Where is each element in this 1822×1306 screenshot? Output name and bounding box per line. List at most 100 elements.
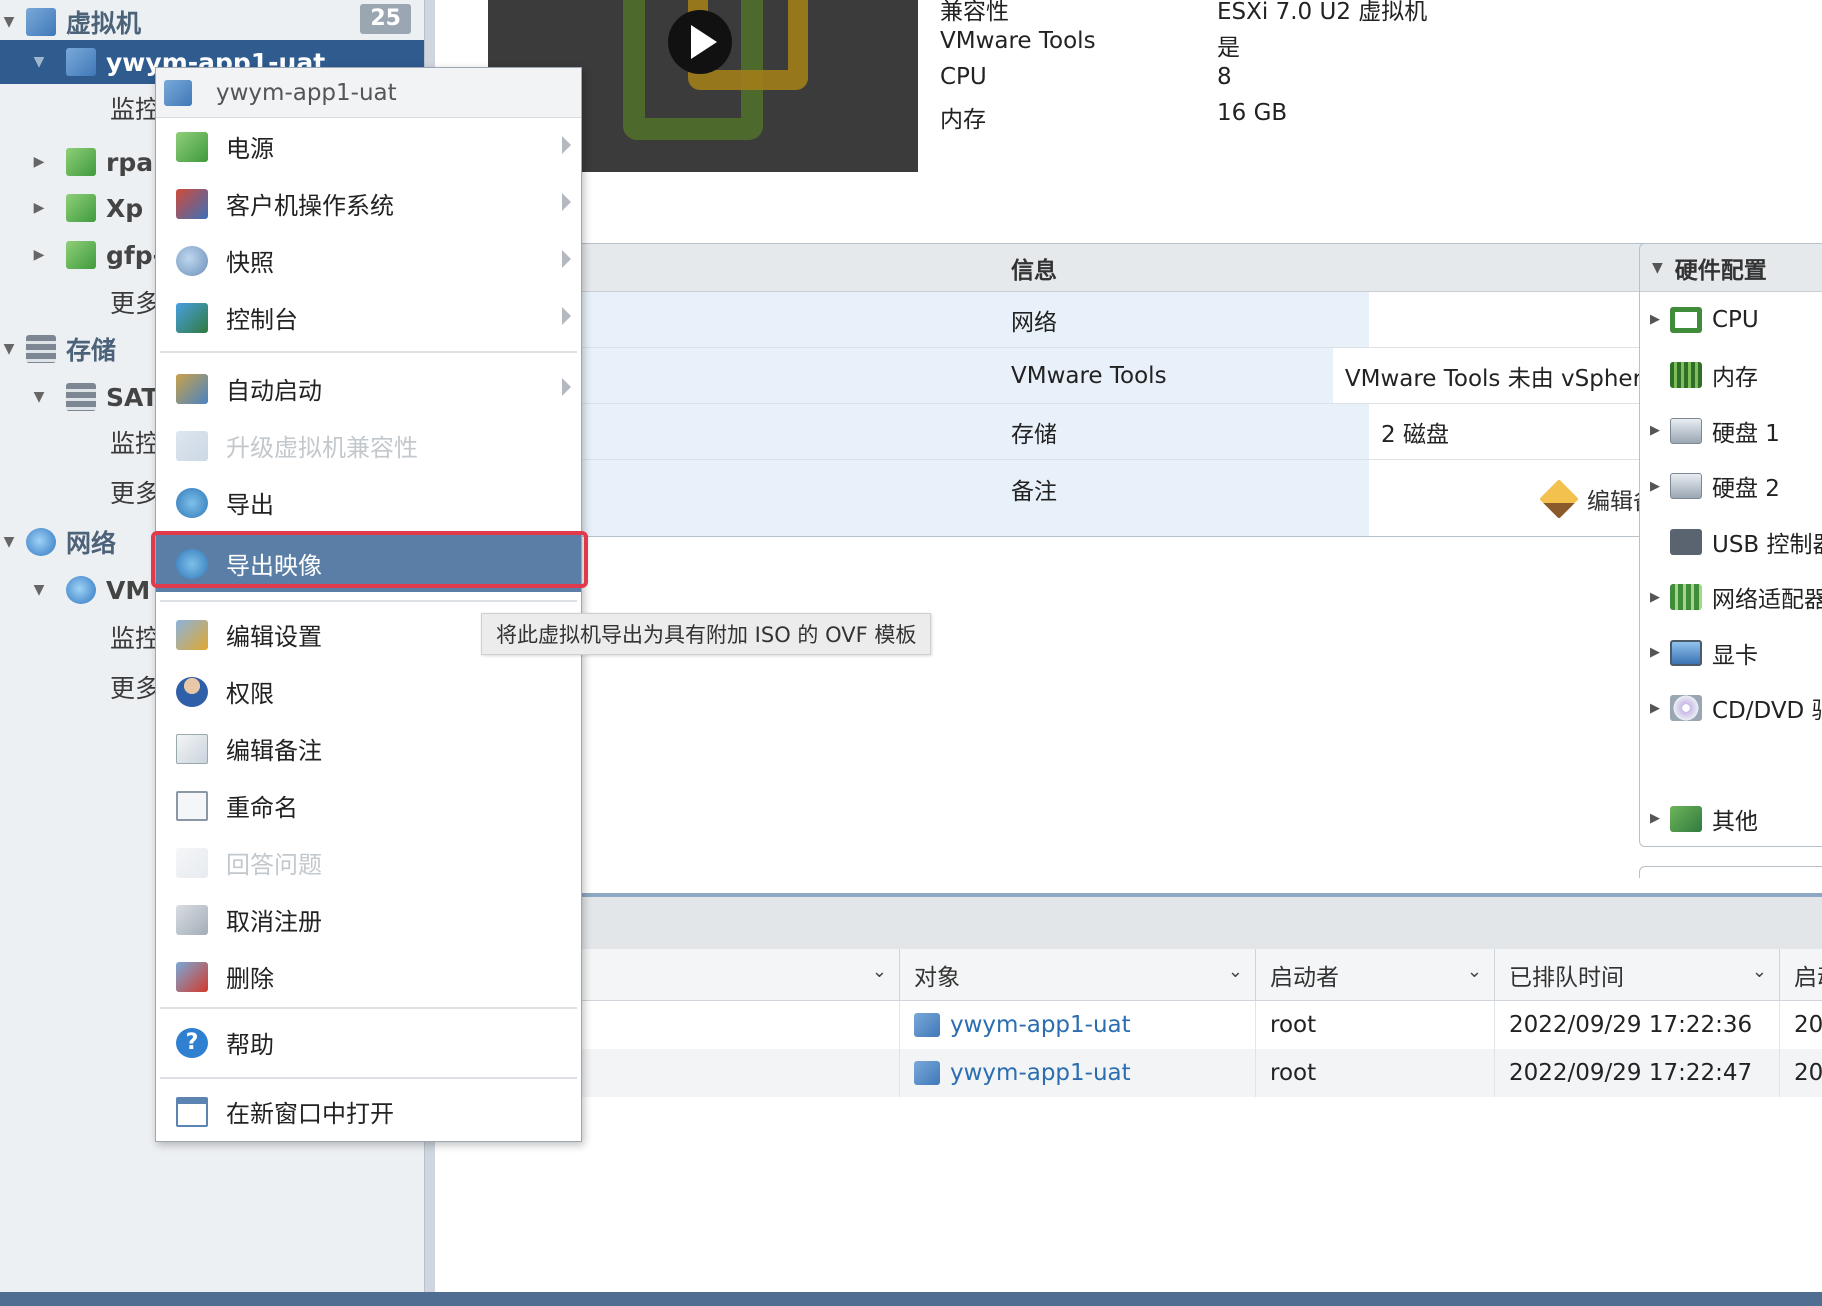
target-link[interactable]: ywym-app1-uat	[950, 1012, 1131, 1038]
table-header-row: ⌄ 对象⌄ 启动者⌄ 已排队时间⌄ 启动	[435, 949, 1822, 1001]
hardware-item-nic[interactable]: ▶ 网络适配器	[1640, 570, 1822, 626]
chevron-down-icon[interactable]: ⌄	[872, 961, 887, 982]
menu-item-power[interactable]: 电源	[156, 118, 581, 175]
hardware-item-other[interactable]: ▶ 其他	[1640, 791, 1822, 846]
nav-section-label: 虚拟机	[66, 9, 142, 38]
menu-separator	[160, 351, 577, 353]
column-header-target[interactable]: 对象 ⌄	[900, 949, 1256, 1001]
expand-triangle-icon[interactable]: ▶	[1640, 312, 1670, 327]
expand-triangle-icon[interactable]: ▶	[1640, 590, 1670, 605]
menu-item-permissions[interactable]: 权限	[156, 663, 581, 720]
menu-item-edit-notes[interactable]: 编辑备注	[156, 720, 581, 777]
guest-os-icon	[176, 188, 208, 219]
export-image-tooltip: 将此虚拟机导出为具有附加 ISO 的 OVF 模板	[481, 613, 932, 655]
collapse-triangle-icon[interactable]: ▼	[0, 341, 18, 357]
menu-item-guest-os[interactable]: 客户机操作系统	[156, 175, 581, 232]
menu-item-delete[interactable]: 删除	[156, 948, 581, 1005]
hardware-item-disk-1[interactable]: ▶ 硬盘 1	[1640, 403, 1822, 459]
hardware-item-cpu[interactable]: ▶ CPU	[1640, 292, 1822, 348]
nav-item-label: 监控	[110, 95, 161, 124]
collapse-triangle-icon[interactable]: ▼	[1652, 260, 1663, 276]
submenu-arrow-icon	[562, 136, 571, 154]
menu-item-snapshots[interactable]: 快照	[156, 232, 581, 289]
virtual-machine-icon	[66, 48, 96, 76]
hardware-label: 网络适配器	[1712, 587, 1822, 614]
vm-powered-on-icon	[66, 148, 96, 176]
menu-item-label: 导出	[226, 491, 274, 519]
collapsed-panel-edge	[1639, 866, 1822, 878]
nav-section-virtual-machines[interactable]: ▼ 虚拟机 25	[0, 0, 424, 44]
panel-title: 硬件配置	[1674, 257, 1767, 284]
cpu-icon	[1670, 306, 1702, 333]
hardware-label: CD/DVD 驱	[1712, 698, 1822, 725]
menu-item-rename[interactable]: 重命名	[156, 777, 581, 834]
menu-item-unregister[interactable]: 取消注册	[156, 891, 581, 948]
expand-triangle-icon[interactable]: ▶	[1640, 701, 1670, 716]
menu-item-label: 删除	[226, 965, 274, 993]
hardware-item-usb[interactable]: USB 控制器	[1640, 514, 1822, 570]
hardware-item-cd-dvd[interactable]: ▶ CD/DVD 驱	[1640, 681, 1822, 737]
menu-item-label: 取消注册	[226, 908, 322, 936]
column-header-initiator[interactable]: 启动者 ⌄	[1256, 949, 1495, 1001]
hardware-label: 内存	[1712, 365, 1758, 392]
menu-item-export-image[interactable]: 导出映像	[156, 535, 581, 592]
initiator-cell: root	[1256, 1001, 1495, 1049]
expand-triangle-icon[interactable]: ▶	[30, 247, 48, 263]
panel-title[interactable]: 信息	[571, 244, 1709, 292]
column-header-started[interactable]: 启动	[1780, 949, 1822, 1001]
hardware-config-panel: ▼ 硬件配置 ▶ CPU 内存 ▶ 硬盘 1 ▶ 硬盘 2 USB 控制器 ▶ 网络适配…	[1639, 243, 1822, 847]
menu-item-export[interactable]: 导出	[156, 474, 581, 531]
submenu-arrow-icon	[562, 307, 571, 325]
menu-item-label: 重命名	[226, 794, 298, 822]
target-cell[interactable]: ywym-app1-uat	[900, 1001, 1256, 1049]
nav-item-label: 监控	[110, 624, 161, 653]
bottom-bar	[0, 1292, 1822, 1306]
summary-value: 是	[1217, 35, 1240, 61]
target-cell[interactable]: ywym-app1-uat	[900, 1049, 1256, 1097]
menu-item-label: 编辑设置	[226, 623, 322, 651]
summary-key: VMware Tools	[940, 28, 1096, 54]
menu-item-label: 电源	[226, 135, 274, 163]
collapse-triangle-icon[interactable]: ▼	[0, 14, 18, 30]
expand-triangle-icon[interactable]: ▶	[1640, 811, 1670, 826]
play-icon[interactable]	[668, 10, 732, 74]
memory-icon	[1670, 362, 1702, 389]
expand-triangle-icon[interactable]: ▶	[30, 154, 48, 170]
vm-count-badge: 25	[360, 4, 411, 34]
vm-powered-on-icon	[66, 241, 96, 269]
summary-value: ESXi 7.0 U2 虚拟机	[1217, 0, 1428, 25]
hardware-item-disk-2[interactable]: ▶ 硬盘 2	[1640, 459, 1822, 515]
summary-row: CPU 8	[940, 64, 1540, 100]
chevron-down-icon[interactable]: ⌄	[1752, 961, 1767, 982]
chevron-down-icon[interactable]: ⌄	[1228, 961, 1243, 982]
power-icon	[176, 131, 208, 162]
general-info-panel: 信息 网络 VMware Tools VMware Tools 未由 vSphe…	[570, 243, 1710, 537]
hardware-item-memory[interactable]: 内存	[1640, 348, 1822, 404]
panel-header[interactable]: ▼ 硬件配置	[1640, 244, 1822, 292]
menu-item-autostart[interactable]: 自动启动	[156, 360, 581, 417]
menu-item-open-new-window[interactable]: 在新窗口中打开	[156, 1083, 581, 1140]
collapse-triangle-icon[interactable]: ▼	[30, 582, 48, 598]
cd-dvd-icon	[1670, 695, 1702, 722]
target-link[interactable]: ywym-app1-uat	[950, 1060, 1131, 1086]
expand-triangle-icon[interactable]: ▶	[1640, 645, 1670, 660]
table-row[interactable]: ywym-app1-uat root 2022/09/29 17:22:47 2…	[435, 1049, 1822, 1097]
collapse-triangle-icon[interactable]: ▼	[30, 54, 48, 70]
expand-triangle-icon[interactable]: ▶	[1640, 479, 1670, 494]
collapse-triangle-icon[interactable]: ▼	[0, 534, 18, 550]
expand-triangle-icon[interactable]: ▶	[1640, 423, 1670, 438]
hardware-item-video[interactable]: ▶ 显卡	[1640, 625, 1822, 681]
snapshot-icon	[176, 245, 208, 276]
menu-item-help[interactable]: ? 帮助	[156, 1014, 581, 1071]
new-window-icon	[176, 1096, 208, 1127]
column-header-queued[interactable]: 已排队时间 ⌄	[1495, 949, 1780, 1001]
network-adapter-icon	[1670, 584, 1702, 611]
context-menu-title: ywym-app1-uat	[156, 68, 581, 118]
help-icon: ?	[176, 1027, 208, 1058]
menu-item-console[interactable]: 控制台	[156, 289, 581, 346]
virtual-machine-icon	[26, 8, 56, 36]
table-row[interactable]: ywym-app1-uat root 2022/09/29 17:22:36 2…	[435, 1001, 1822, 1049]
collapse-triangle-icon[interactable]: ▼	[30, 389, 48, 405]
expand-triangle-icon[interactable]: ▶	[30, 200, 48, 216]
chevron-down-icon[interactable]: ⌄	[1467, 961, 1482, 982]
